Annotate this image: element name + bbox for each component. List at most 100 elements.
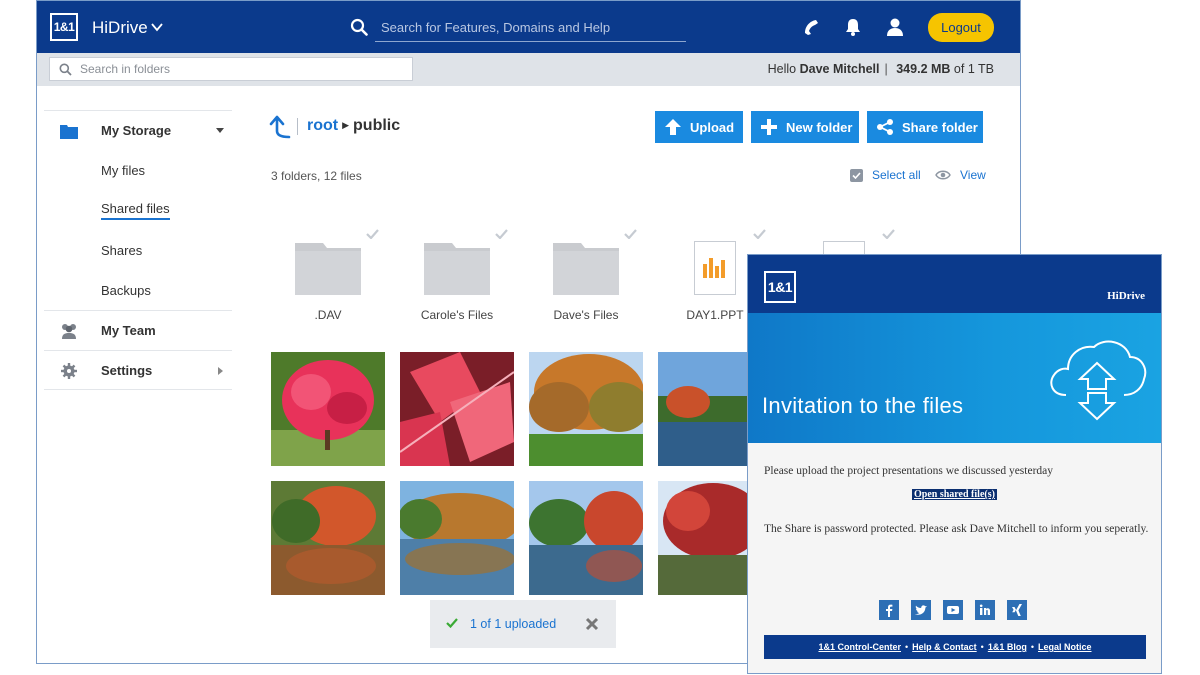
file-name: Carole's Files: [420, 308, 494, 322]
caret-right-icon[interactable]: [218, 367, 224, 375]
sidebar-item-settings[interactable]: Settings: [44, 350, 232, 390]
new-folder-button-label: New folder: [786, 119, 853, 135]
footer-link-blog[interactable]: 1&1 Blog: [988, 642, 1027, 652]
view-toggle[interactable]: View: [935, 168, 986, 182]
notification-bell-icon[interactable]: [843, 17, 863, 37]
folder-icon: [424, 243, 490, 295]
facebook-icon[interactable]: [879, 600, 899, 620]
folder-item[interactable]: Carole's Files: [400, 229, 514, 325]
sidebar-item-label: Backups: [101, 282, 151, 298]
share-folder-button-label: Share folder: [902, 119, 978, 135]
folder-item[interactable]: Dave's Files: [529, 229, 643, 325]
caret-down-icon[interactable]: [216, 128, 224, 134]
breadcrumb-root[interactable]: root: [307, 117, 338, 134]
sidebar-item-backups[interactable]: Backups: [44, 270, 232, 310]
share-folder-button[interactable]: Share folder: [867, 111, 983, 143]
twitter-icon[interactable]: [911, 600, 931, 620]
eye-icon: [935, 170, 951, 180]
file-name: Dave's Files: [553, 308, 619, 322]
open-shared-files-link[interactable]: Open shared file(s): [912, 489, 997, 500]
checkmark-icon[interactable]: [495, 229, 508, 239]
sidebar-item-label: Settings: [101, 362, 153, 378]
sidebar-item-shares[interactable]: Shares: [44, 230, 232, 270]
folder-search-box[interactable]: [49, 57, 413, 81]
upload-button[interactable]: Upload: [655, 111, 743, 143]
breadcrumb: root ▶ public: [307, 117, 400, 135]
sidebar-item-label: My Team: [101, 323, 156, 338]
cloud-upload-download-icon: [1050, 340, 1147, 421]
image-thumbnail[interactable]: [271, 481, 385, 595]
email-brand-logo: 1&1: [764, 271, 796, 303]
chevron-down-icon[interactable]: [150, 20, 164, 34]
sidebar-item-label: My Storage: [101, 123, 172, 138]
app-switcher-label[interactable]: HiDrive: [92, 18, 148, 38]
footer-separator: •: [1030, 642, 1034, 652]
footer-link-control-center[interactable]: 1&1 Control-Center: [818, 642, 901, 652]
global-search-input[interactable]: [375, 13, 686, 42]
logout-button[interactable]: Logout: [928, 13, 994, 42]
upload-status-toast: 1 of 1 uploaded: [430, 600, 616, 648]
upload-button-label: Upload: [690, 119, 735, 135]
user-account-icon[interactable]: [885, 17, 905, 37]
back-arrow-icon[interactable]: [269, 115, 291, 139]
share-invitation-email: 1&1 HiDrive Invitation to the files Plea…: [747, 254, 1162, 674]
image-thumbnail[interactable]: [400, 352, 514, 466]
footer-separator: •: [980, 642, 984, 652]
select-all-toggle[interactable]: Select all: [850, 168, 921, 182]
email-title: Invitation to the files: [762, 393, 964, 418]
email-product-name: HiDrive: [1107, 290, 1145, 302]
sidebar: My Storage My files Shared files Shares …: [44, 110, 232, 390]
user-storage-info: Hello Dave Mitchell | 349.2 MB of 1 TB: [767, 62, 994, 76]
storage-total: of 1 TB: [953, 62, 994, 76]
sidebar-item-label: Shared files: [101, 201, 170, 220]
brand-logo[interactable]: 1&1: [50, 13, 78, 41]
checkmark-icon[interactable]: [753, 229, 766, 239]
sidebar-item-label: My files: [101, 162, 146, 178]
close-icon[interactable]: [585, 617, 599, 631]
image-thumbnail[interactable]: [271, 352, 385, 466]
folder-icon: [60, 125, 78, 139]
checkmark-icon[interactable]: [366, 229, 379, 239]
upload-arrow-icon: [665, 119, 681, 135]
checkmark-icon[interactable]: [882, 229, 895, 239]
sidebar-item-label: Shares: [101, 242, 143, 258]
email-message: Please upload the project presentations …: [764, 465, 1054, 477]
email-body: Please upload the project presentations …: [748, 443, 1161, 673]
image-thumbnail[interactable]: [400, 481, 514, 595]
checkmark-icon: [446, 618, 458, 628]
breadcrumb-separator-icon: ▶: [342, 120, 350, 130]
storage-used: 349.2 MB: [896, 62, 951, 76]
new-folder-button[interactable]: New folder: [751, 111, 859, 143]
email-banner: Invitation to the files: [748, 313, 1161, 443]
footer-link-legal[interactable]: Legal Notice: [1038, 642, 1092, 652]
team-icon: [62, 324, 76, 339]
search-icon: [59, 63, 72, 76]
sidebar-item-my-storage[interactable]: My Storage: [44, 110, 232, 150]
sidebar-item-my-files[interactable]: My files: [44, 150, 232, 190]
breadcrumb-divider: [297, 118, 298, 135]
item-count: 3 folders, 12 files: [271, 169, 362, 183]
search-icon: [350, 18, 368, 36]
linkedin-icon[interactable]: [975, 600, 995, 620]
sidebar-item-shared-files[interactable]: Shared files: [44, 190, 232, 230]
checkmark-icon[interactable]: [624, 229, 637, 239]
sidebar-item-my-team[interactable]: My Team: [44, 310, 232, 350]
plus-icon: [761, 119, 777, 135]
footer-separator: •: [905, 642, 909, 652]
xing-icon[interactable]: [1007, 600, 1027, 620]
view-label: View: [960, 168, 986, 182]
folder-icon: [553, 243, 619, 295]
image-thumbnail[interactable]: [529, 352, 643, 466]
email-password-note: The Share is password protected. Please …: [764, 523, 1149, 535]
image-thumbnail[interactable]: [529, 481, 643, 595]
youtube-icon[interactable]: [943, 600, 963, 620]
share-icon: [877, 119, 893, 135]
folder-search-input[interactable]: [80, 60, 410, 78]
social-links: [879, 600, 1027, 620]
phone-icon[interactable]: [801, 17, 821, 37]
breadcrumb-current: public: [353, 117, 401, 134]
footer-link-help[interactable]: Help & Contact: [912, 642, 977, 652]
folder-item[interactable]: .DAV: [271, 229, 385, 325]
greeting-text: Hello: [767, 62, 797, 76]
checkbox-icon: [850, 168, 863, 182]
